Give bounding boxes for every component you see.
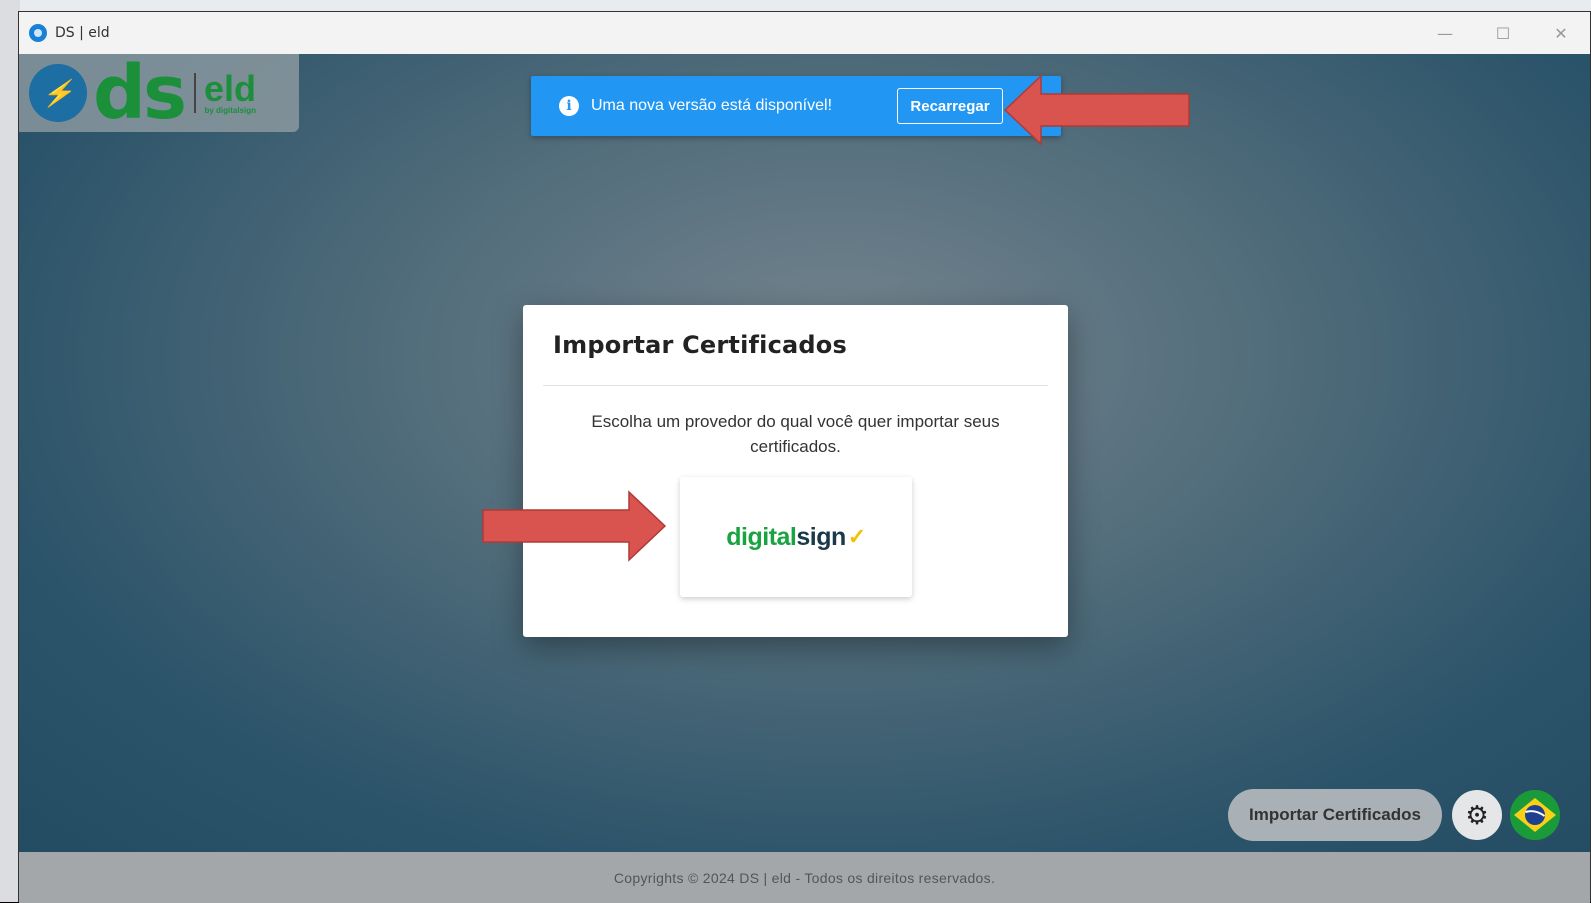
checkmark-icon: ✓ (847, 524, 866, 549)
info-icon: i (559, 96, 579, 116)
logo-ds: ds (93, 54, 187, 136)
app-logo: ⚡ ds eld by digitalsign (19, 54, 299, 132)
footer: Copyrights © 2024 DS | eld - Todos os di… (19, 852, 1590, 903)
logo-product: eld by digitalsign (204, 67, 257, 115)
import-certificates-dialog: Importar Certificados Escolha um provedo… (523, 305, 1068, 637)
update-message: Uma nova versão está disponível! (591, 97, 833, 114)
close-button[interactable]: ✕ (1532, 12, 1590, 54)
provider-name-part1: digital (726, 522, 797, 551)
reload-button[interactable]: Recarregar (897, 88, 1003, 124)
logo-byline: by digitalsign (204, 105, 257, 115)
app-icon (29, 24, 47, 42)
import-certificates-button[interactable]: Importar Certificados (1228, 789, 1442, 841)
update-notification: i Uma nova versão está disponível! Recar… (531, 76, 1061, 136)
minimize-button[interactable]: — (1416, 12, 1474, 54)
logo-eld: eld (204, 67, 257, 109)
annotation-arrow-left-icon (482, 490, 667, 562)
dialog-title: Importar Certificados (553, 331, 847, 359)
brazil-flag-icon[interactable] (1510, 790, 1560, 840)
gear-icon[interactable]: ⚙ (1452, 790, 1502, 840)
flag-graphic (1510, 790, 1560, 840)
window-controls: — ☐ ✕ (1416, 12, 1590, 54)
provider-logo: digital sign ✓ (726, 522, 866, 552)
dialog-divider (543, 385, 1048, 386)
app-window: DS | eld — ☐ ✕ ⚡ ds eld by digitalsign i… (18, 11, 1591, 903)
annotation-arrow-right-icon (1003, 74, 1190, 146)
logo-divider (194, 73, 197, 113)
main-content: ⚡ ds eld by digitalsign i Uma nova versã… (19, 54, 1590, 852)
background-shade (0, 0, 20, 902)
provider-card-digitalsign[interactable]: digital sign ✓ (680, 477, 912, 597)
maximize-button[interactable]: ☐ (1474, 12, 1532, 54)
screen: DS | eld — ☐ ✕ ⚡ ds eld by digitalsign i… (0, 0, 1591, 903)
title-bar[interactable]: DS | eld — ☐ ✕ (19, 12, 1590, 54)
dialog-description: Escolha um provedor do qual você quer im… (591, 412, 1000, 456)
provider-name-part2: sign (796, 522, 846, 551)
plug-icon: ⚡ (29, 64, 87, 122)
window-title: DS | eld (55, 25, 110, 41)
